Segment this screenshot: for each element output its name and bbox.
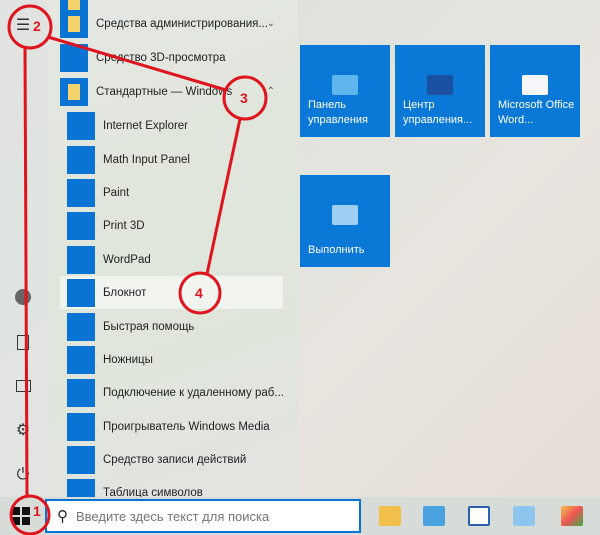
app-icon bbox=[67, 111, 95, 140]
app-list-item-label: Средства администрирования... bbox=[96, 17, 268, 30]
app-list-item-label: Проигрыватель Windows Media bbox=[103, 420, 270, 433]
app-list-item-label: Print 3D bbox=[103, 219, 145, 232]
menu-icon[interactable]: ☰ bbox=[12, 14, 34, 36]
app-icon bbox=[67, 445, 95, 474]
annotation-label-3: 3 bbox=[240, 90, 248, 106]
app-list-item-label: Блокнот bbox=[103, 286, 147, 299]
folder-icon bbox=[60, 77, 88, 106]
app-list-item-label: Быстрая помощь bbox=[103, 320, 195, 333]
app-list-item-label: Paint bbox=[103, 186, 130, 199]
user-icon[interactable] bbox=[12, 286, 34, 308]
tile-label: Панель управления bbox=[308, 99, 368, 126]
tile-label: Центр управления... bbox=[403, 99, 473, 126]
tile-icon bbox=[332, 75, 358, 95]
tile[interactable]: Панель управления bbox=[300, 45, 390, 137]
app-list-item-label: Ножницы bbox=[103, 353, 153, 366]
search-box[interactable]: ⚲ bbox=[45, 499, 361, 533]
annotation-label-4: 4 bbox=[195, 285, 203, 301]
app-icon bbox=[67, 211, 95, 240]
chevron-down-icon[interactable]: ⌄ bbox=[267, 18, 275, 29]
app-list-item[interactable]: Ножницы bbox=[60, 343, 283, 376]
app-icon bbox=[67, 278, 95, 307]
app-list-item[interactable]: Print 3D bbox=[60, 209, 283, 242]
taskbar: ⚲ bbox=[0, 497, 600, 535]
app-icon bbox=[60, 43, 88, 72]
settings-icon[interactable]: ⚙ bbox=[12, 419, 34, 441]
app-list-item[interactable]: Средство записи действий bbox=[60, 443, 283, 476]
tile[interactable]: Выполнить bbox=[300, 175, 390, 267]
app-list-item-label: Internet Explorer bbox=[103, 119, 189, 132]
annotation-label-1: 1 bbox=[33, 503, 41, 519]
run-icon[interactable] bbox=[513, 506, 535, 526]
app-icon bbox=[67, 245, 95, 274]
app-list-item[interactable]: Math Input Panel bbox=[60, 143, 283, 176]
tile-label: Microsoft Office Word... bbox=[498, 99, 575, 126]
pictures-icon[interactable] bbox=[12, 375, 34, 397]
tile-icon bbox=[427, 75, 453, 95]
app-list: Средства администрирования... ⌄ Средство 3… bbox=[48, 0, 298, 507]
app-list-item[interactable]: Средства администрирования... ⌄ bbox=[60, 7, 283, 40]
power-icon[interactable]: ⏻ bbox=[12, 464, 34, 486]
start-rail: ☰ ⚙ ⏻ bbox=[0, 0, 48, 497]
file-explorer-icon[interactable] bbox=[379, 506, 401, 526]
app-icon bbox=[67, 412, 95, 441]
app-list-item-label: Средство 3D-просмотра bbox=[96, 51, 226, 64]
paint-icon[interactable] bbox=[561, 506, 583, 526]
app-list-item[interactable]: Проигрыватель Windows Media bbox=[60, 410, 283, 443]
start-button[interactable] bbox=[12, 507, 30, 525]
app-list-item[interactable]: Быстрая помощь bbox=[60, 310, 283, 343]
document-icon[interactable] bbox=[12, 331, 34, 353]
app-list-item[interactable]: Подключение к удаленному раб... bbox=[60, 376, 283, 409]
app-icon bbox=[67, 178, 95, 207]
app-icon bbox=[67, 378, 95, 407]
app-list-item[interactable]: Internet Explorer bbox=[60, 109, 283, 142]
app-list-item-label: Средство записи действий bbox=[103, 453, 247, 466]
annotation-label-2: 2 bbox=[33, 18, 41, 34]
tile-icon bbox=[332, 205, 358, 225]
tile[interactable]: Центр управления... bbox=[395, 45, 485, 137]
chevron-up-icon[interactable]: ⌃ bbox=[267, 86, 275, 97]
tile-label: Выполнить bbox=[308, 244, 365, 256]
app-list-item-label: Math Input Panel bbox=[103, 153, 190, 166]
app-list-item[interactable]: Paint bbox=[60, 176, 283, 209]
search-icon: ⚲ bbox=[57, 508, 68, 525]
app-list-item[interactable]: Средство 3D-просмотра bbox=[60, 41, 283, 74]
app-list-item[interactable]: WordPad bbox=[60, 243, 283, 276]
app-list-item-label: Подключение к удаленному раб... bbox=[103, 386, 283, 399]
tile-icon bbox=[522, 75, 548, 95]
folder-icon bbox=[60, 9, 88, 38]
app-list-item[interactable]: Блокнот bbox=[60, 276, 283, 309]
app-list-item-label: Стандартные — Windows bbox=[96, 85, 233, 98]
app-list-item-label: WordPad bbox=[103, 253, 151, 266]
tile[interactable]: Microsoft Office Word... bbox=[490, 45, 580, 137]
search-input[interactable] bbox=[76, 508, 336, 524]
app-list-item[interactable]: Стандартные — Windows ⌃ bbox=[60, 75, 283, 108]
app-icon bbox=[67, 312, 95, 341]
word-icon[interactable] bbox=[468, 506, 490, 526]
app-icon bbox=[67, 345, 95, 374]
control-panel-icon[interactable] bbox=[423, 506, 445, 526]
app-icon bbox=[67, 145, 95, 174]
